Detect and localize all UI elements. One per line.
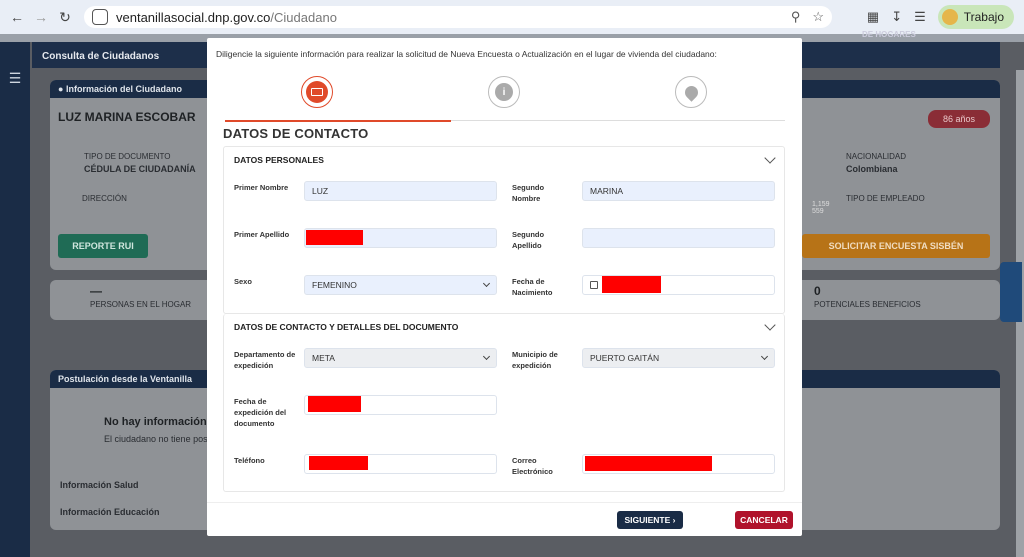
url-path: /Ciudadano [270, 9, 337, 25]
redaction-box [602, 276, 661, 293]
extensions-icon[interactable]: ▦ [867, 9, 879, 25]
chevron-down-icon[interactable] [764, 152, 776, 164]
back-icon[interactable]: ← [6, 6, 28, 28]
site-settings-icon[interactable] [92, 9, 108, 25]
address-bar[interactable]: ventanillasocial.dnp.gov.co/Ciudadano ⚲ … [84, 6, 832, 28]
personal-data-section: DATOS PERSONALES Primer Nombre LUZ Segun… [223, 146, 785, 314]
cancel-button[interactable]: CANCELAR [735, 511, 793, 529]
first-name-field[interactable]: LUZ [304, 181, 497, 201]
next-button-label: SIGUIENTE [624, 515, 671, 525]
sisben-request-button[interactable]: SOLICITAR ENCUESTA SISBÉN [802, 234, 990, 258]
wizard-steps: i [207, 76, 802, 110]
municipality-value: PUERTO GAITÁN [590, 353, 660, 363]
step-contact[interactable] [301, 76, 333, 108]
age-badge: 86 años [928, 110, 990, 128]
household-count: — [90, 284, 102, 298]
contact-document-section: DATOS DE CONTACTO Y DETALLES DEL DOCUMEN… [223, 314, 785, 492]
sex-label: Sexo [234, 277, 252, 286]
chevron-down-icon[interactable] [764, 319, 776, 331]
second-surname-field[interactable] [582, 228, 775, 248]
address-label: DIRECCIÓN [82, 194, 127, 203]
step-info[interactable]: i [488, 76, 520, 108]
citizen-name: LUZ MARINA ESCOBAR [58, 110, 196, 124]
household-label: PERSONAS EN EL HOGAR [90, 300, 192, 309]
calendar-icon [590, 281, 598, 289]
redaction-box [309, 456, 368, 470]
browser-toolbar: ← → ↻ ventanillasocial.dnp.gov.co/Ciudad… [0, 0, 1024, 34]
second-surname-label: Segundo Apellido [512, 230, 545, 250]
user-icon: ● [58, 84, 64, 94]
chevron-down-icon [760, 352, 769, 361]
first-name-label: Primer Nombre [234, 183, 289, 192]
location-pin-icon [681, 82, 701, 102]
info-icon: i [495, 83, 513, 101]
profile-button[interactable]: Trabajo [937, 5, 1014, 29]
issue-date-label: Fecha de expedición del documento [234, 397, 287, 428]
menu-icon[interactable]: ☰ [9, 70, 22, 86]
nationality-label: NACIONALIDAD [846, 152, 907, 161]
id-card-icon [311, 88, 323, 96]
municipality-select[interactable]: PUERTO GAITÁN [582, 348, 775, 368]
second-name-label: Segundo Nombre [512, 183, 545, 203]
zoom-icon[interactable]: ⚲ [791, 9, 801, 25]
personal-data-heading[interactable]: DATOS PERSONALES [234, 155, 324, 165]
benefits-label: POTENCIALES BENEFICIOS [814, 300, 921, 309]
cursor-readout-1: 1,159 [812, 201, 830, 208]
phone-label: Teléfono [234, 456, 265, 465]
bookmark-star-icon[interactable]: ☆ [812, 9, 824, 25]
step-progress-fill [225, 120, 451, 122]
second-name-value: MARINA [590, 186, 624, 196]
education-section[interactable]: Información Educación [60, 507, 160, 517]
employee-type-label: TIPO DE EMPLEADO [846, 194, 925, 203]
step-location[interactable] [675, 76, 707, 108]
side-tools[interactable] [1000, 262, 1022, 322]
cursor-readout-2: 559 [812, 208, 824, 215]
chevron-down-icon [482, 352, 491, 361]
media-control-icon[interactable]: ☰ [914, 9, 926, 25]
municipality-label: Municipio de expedición [512, 350, 558, 370]
modal-footer: SIGUIENTE › CANCELAR [207, 502, 802, 536]
contact-document-heading[interactable]: DATOS DE CONTACTO Y DETALLES DEL DOCUMEN… [234, 322, 458, 332]
chevron-right-icon: › [672, 515, 676, 525]
doc-type-label: TIPO DE DOCUMENTO [84, 152, 171, 161]
nationality-value: Colombiana [846, 164, 898, 174]
redaction-box [306, 230, 363, 245]
sex-select[interactable]: FEMENINO [304, 275, 497, 295]
sex-value: FEMENINO [312, 280, 357, 290]
postulation-title: Postulación desde la Ventanilla [58, 374, 193, 384]
hogares-text: DE HOGARES [862, 30, 916, 39]
department-label: Departamento de expedición [234, 350, 296, 370]
department-select[interactable]: META [304, 348, 497, 368]
sidebar: ☰ [0, 42, 30, 557]
citizen-card-title: Información del Ciudadano [65, 84, 182, 94]
redaction-box [585, 456, 712, 471]
second-name-field[interactable]: MARINA [582, 181, 775, 201]
survey-request-modal: Diligencie la siguiente información para… [207, 38, 802, 536]
profile-label: Trabajo [963, 10, 1004, 24]
doc-type-value: CÉDULA DE CIUDADANÍA [84, 164, 196, 174]
benefits-count: 0 [814, 284, 821, 298]
avatar [941, 9, 958, 25]
url-host: ventanillasocial.dnp.gov.co [116, 9, 271, 25]
reload-icon[interactable]: ↻ [54, 6, 76, 28]
forward-icon[interactable]: → [30, 6, 52, 28]
no-info-title: No hay información re [104, 416, 221, 428]
modal-intro: Diligencie la siguiente información para… [216, 49, 717, 59]
download-icon[interactable]: ↧ [891, 9, 902, 25]
next-button[interactable]: SIGUIENTE › [617, 511, 683, 529]
email-label: Correo Electrónico [512, 456, 553, 476]
first-name-value: LUZ [312, 186, 329, 196]
department-value: META [312, 353, 335, 363]
report-rui-button[interactable]: REPORTE RUI [58, 234, 148, 258]
no-info-text: El ciudadano no tiene postu [104, 434, 216, 444]
health-section[interactable]: Información Salud [60, 480, 139, 490]
birth-date-label: Fecha de Nacimiento [512, 277, 553, 297]
chevron-down-icon [482, 279, 491, 288]
modal-title: DATOS DE CONTACTO [223, 126, 369, 141]
first-surname-label: Primer Apellido [234, 230, 290, 239]
redaction-box [308, 396, 361, 412]
